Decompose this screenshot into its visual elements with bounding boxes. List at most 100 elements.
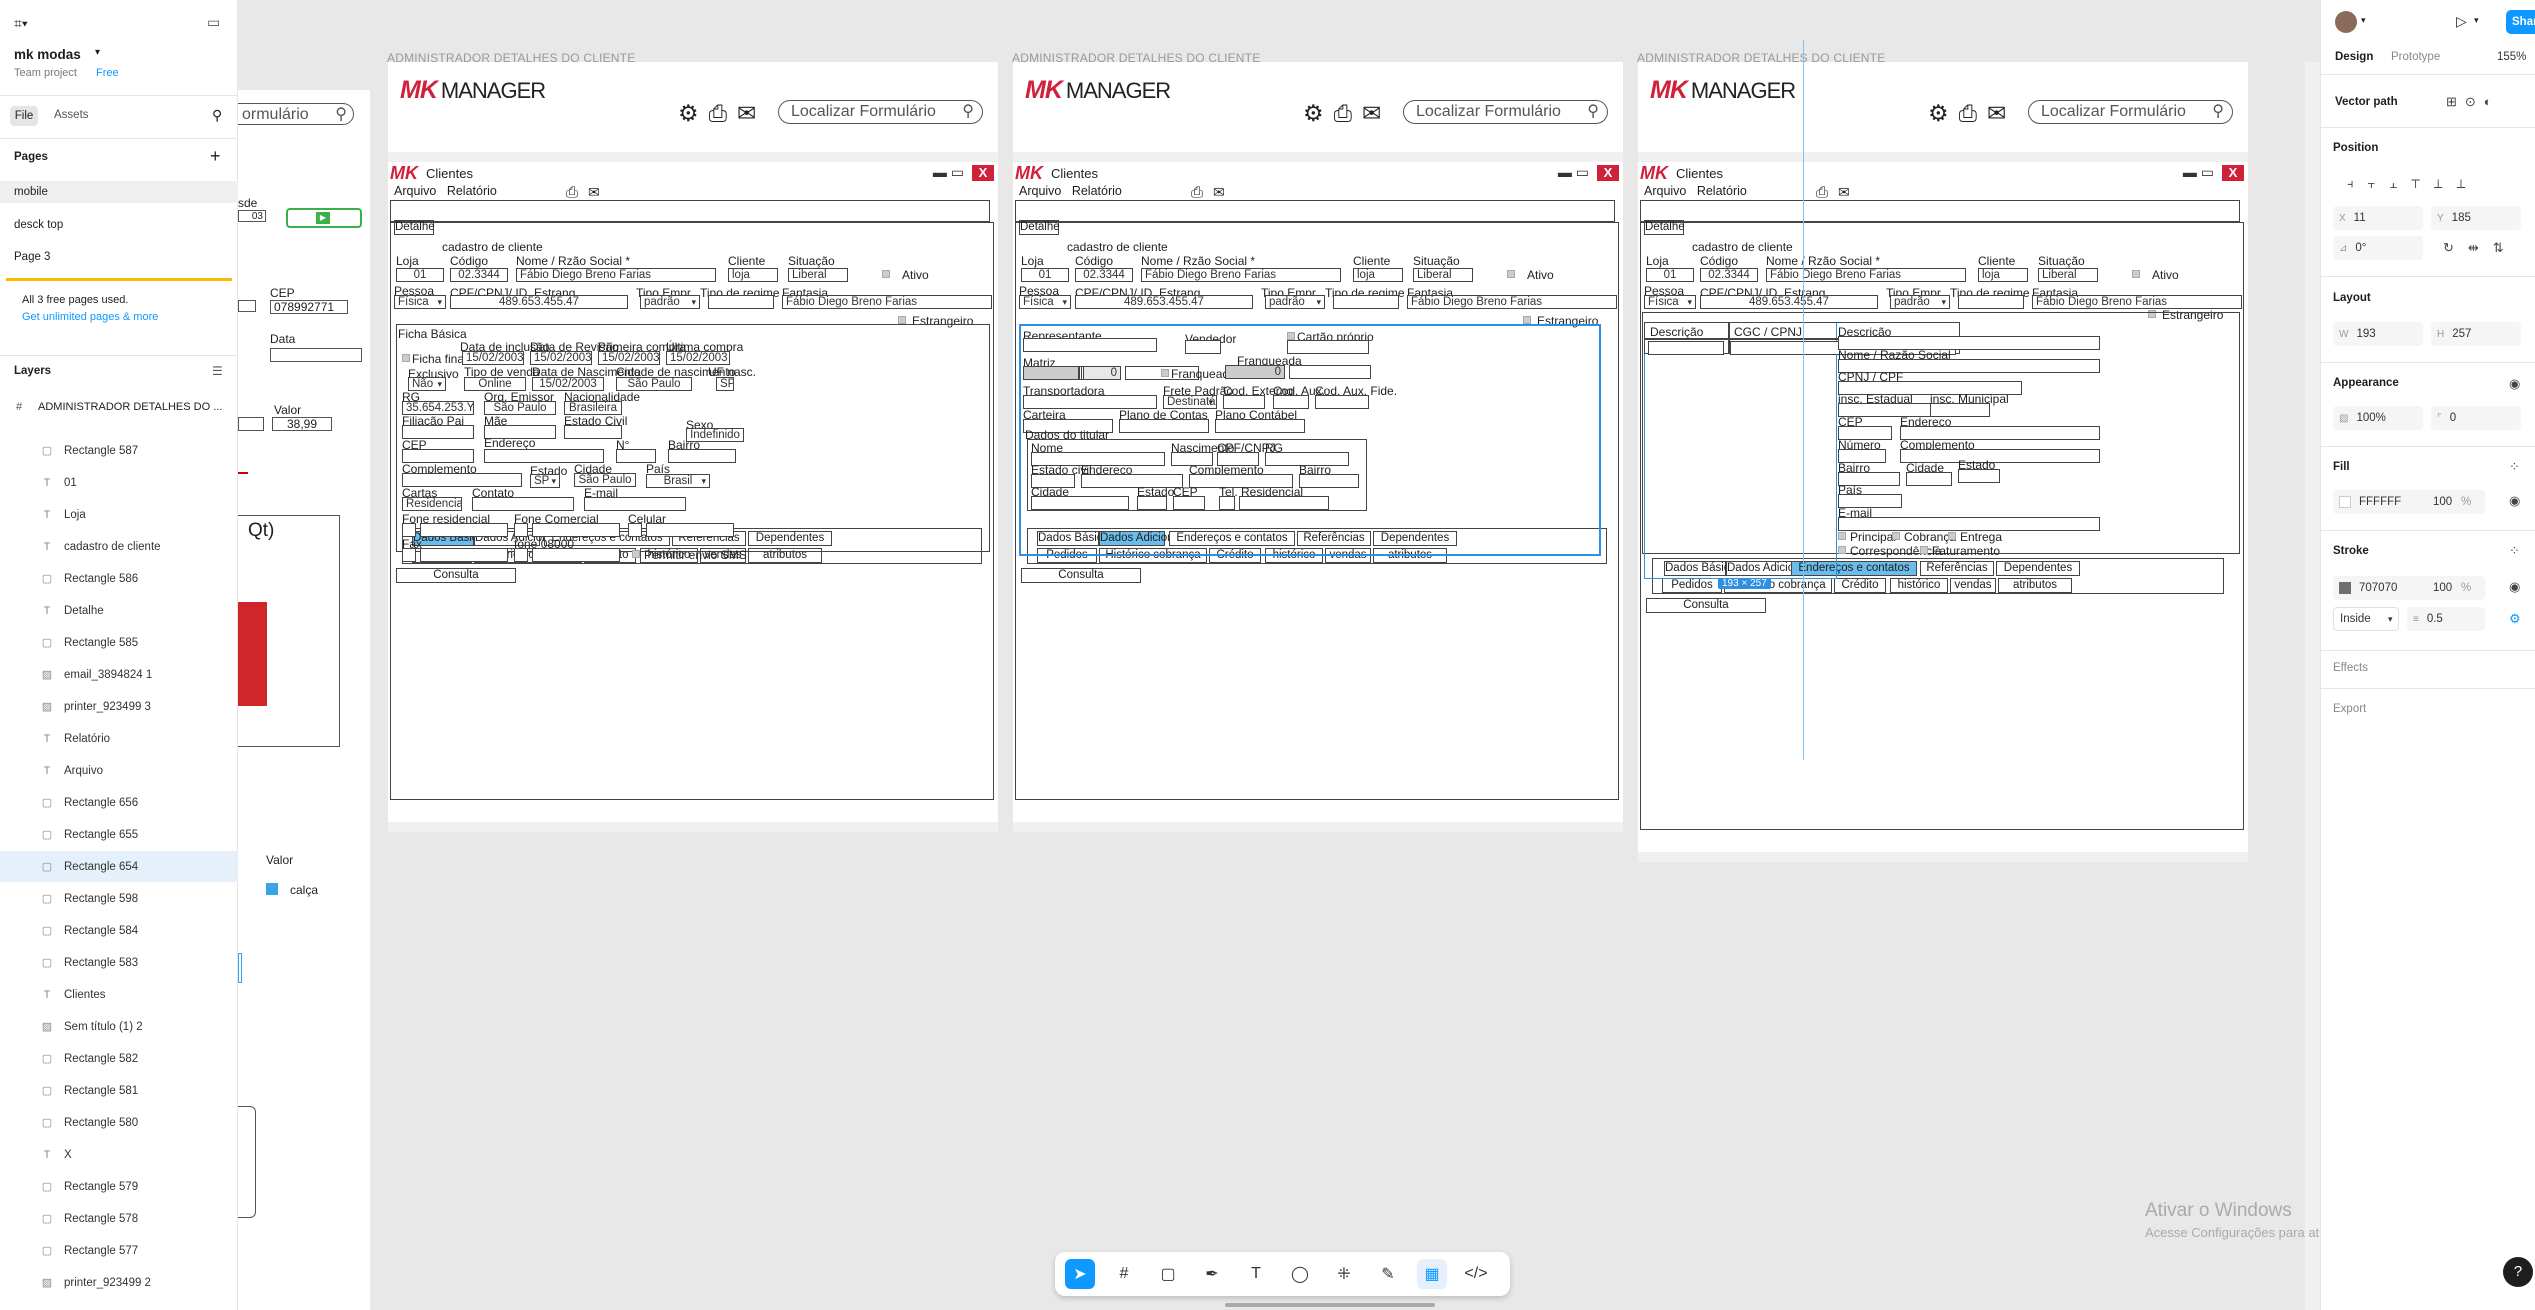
draw-mode-icon[interactable]: ✎ (1373, 1259, 1403, 1289)
maximize-icon[interactable]: ▭ (951, 164, 964, 180)
cliente-field[interactable]: loja (1978, 268, 2028, 282)
pen-tool-icon[interactable]: ✒ (1197, 1259, 1227, 1289)
estado-select[interactable]: SP (530, 474, 560, 488)
layer-item[interactable]: ▨ email_3894824 1 (0, 659, 238, 690)
pessoa-select[interactable]: Física (394, 295, 446, 309)
layer-item[interactable]: T Relatório (0, 723, 238, 754)
cidade-field[interactable]: São Paulo (574, 473, 636, 487)
tab-vendas[interactable]: vendas (1950, 578, 1996, 593)
transportadora-field[interactable] (1023, 395, 1157, 409)
ddd-field[interactable] (514, 523, 528, 537)
ultima-compra-field[interactable]: 15/02/2003 (666, 351, 730, 365)
partial-input[interactable]: 03 (238, 210, 266, 222)
search-input[interactable]: Localizar Formulário ⚲ (1403, 100, 1608, 124)
layers-list-icon[interactable]: ☰ (212, 364, 223, 378)
complemento-field[interactable] (402, 473, 522, 487)
correspondencia-checkbox[interactable] (1838, 546, 1846, 554)
sms-checkbox[interactable] (632, 550, 640, 558)
consulta-button[interactable]: Consulta (1021, 568, 1141, 583)
faturamento-checkbox[interactable] (1920, 546, 1928, 554)
ficha-financ-checkbox[interactable] (402, 354, 410, 362)
plano-contabil-field[interactable] (1215, 419, 1305, 433)
minimize-icon[interactable]: ▬ (2183, 164, 2197, 180)
nome-field[interactable]: Fábio Diego Breno Farias (516, 268, 716, 282)
fone-comercial-field[interactable] (532, 523, 620, 537)
codigo-field[interactable]: 02.3344 (1700, 268, 1758, 282)
email-icon[interactable]: ✉ (1838, 184, 1850, 201)
data-field[interactable] (270, 348, 362, 362)
consulta-button[interactable]: Consulta (1646, 598, 1766, 613)
estado-field[interactable] (1958, 469, 2000, 483)
tab-prototype[interactable]: Prototype (2391, 51, 2440, 63)
layer-item[interactable]: ▢ Rectangle 656 (0, 787, 238, 818)
tab-atributos[interactable]: atributos (1998, 578, 2072, 593)
fantasia-field[interactable]: Fábio Diego Breno Farias (782, 295, 992, 309)
fax-field[interactable] (420, 548, 508, 562)
cartao-proprio-field[interactable] (1287, 340, 1369, 354)
layer-item[interactable]: ▢ Rectangle 581 (0, 1075, 238, 1106)
layer-item[interactable]: ▢ Rectangle 586 (0, 563, 238, 594)
layer-item[interactable]: ▢ Rectangle 655 (0, 819, 238, 850)
layer-frame[interactable]: ADMINISTRADOR DETALHES DO ... (38, 401, 222, 413)
cidade-nascimento-field[interactable]: São Paulo (616, 377, 692, 391)
search-input[interactable]: Localizar Formulário ⚲ (2028, 100, 2233, 124)
main-menu-icon[interactable]: ⌗▾ (14, 15, 28, 32)
styles-icon[interactable]: ⁘ (2509, 459, 2520, 475)
cliente-field[interactable]: loja (728, 268, 778, 282)
consulta-button[interactable]: Consulta (396, 568, 516, 583)
frete-select[interactable]: Destinatário (1163, 395, 1217, 409)
design-mode-icon[interactable]: ▦ (1417, 1259, 1447, 1289)
contato-field[interactable] (472, 497, 574, 511)
tab-file[interactable]: File (10, 106, 38, 126)
cpf-field[interactable]: 489.653.455.47 (450, 295, 628, 309)
comment-tool-icon[interactable]: ◯ (1285, 1259, 1315, 1289)
layer-item[interactable]: ▨ Sem título (1) 2 (0, 1011, 238, 1042)
nacionalidade-field[interactable]: Brasileira (564, 401, 622, 415)
entrega-checkbox[interactable] (1948, 532, 1956, 540)
valor-field[interactable]: 38,99 (272, 417, 332, 431)
cpf-field[interactable]: 489.653.455.47 (1700, 295, 1878, 309)
ativo-checkbox[interactable] (2132, 270, 2140, 278)
printer-icon[interactable]: ⎙ (1191, 184, 1203, 201)
layer-item[interactable]: T Detalhe (0, 595, 238, 626)
titular-cep-field[interactable] (1173, 496, 1205, 510)
tab-referencias[interactable]: Referências (1920, 561, 1994, 576)
eye-icon[interactable]: ◉ (2509, 579, 2520, 595)
data-inclusao-field[interactable]: 15/02/2003 (462, 351, 524, 365)
close-button[interactable]: X (1597, 165, 1619, 181)
descricao-cell[interactable] (1648, 341, 1724, 355)
titular-estado-field[interactable] (1137, 496, 1167, 510)
sidebar-toggle-icon[interactable]: ▭ (207, 14, 220, 31)
tab-assets[interactable]: Assets (54, 109, 89, 121)
situacao-field[interactable]: Liberal (1413, 268, 1473, 282)
layer-item[interactable]: T 01 (0, 467, 238, 498)
selected-vector-path[interactable] (1644, 322, 1837, 579)
stroke-settings-icon[interactable]: ⚙ (2509, 611, 2521, 627)
play-button[interactable]: ▶ (286, 208, 362, 228)
layer-item[interactable]: ▨ printer_923499 2 (0, 1267, 238, 1298)
height-field[interactable]: H 257 (2431, 322, 2521, 346)
menu-relatorio[interactable]: Relatório (447, 184, 497, 198)
effects-title[interactable]: Effects (2333, 662, 2368, 674)
layer-item[interactable]: TX (0, 1139, 238, 1170)
help-button[interactable]: ? (2503, 1257, 2533, 1287)
partial-input[interactable] (238, 417, 264, 431)
estrangeiro-checkbox[interactable] (898, 316, 906, 324)
fill-field[interactable]: FFFFFF 100% (2333, 490, 2485, 514)
tipo-regime-field[interactable] (708, 295, 774, 309)
cidade-field[interactable] (1906, 472, 1952, 486)
tipo-empr-select[interactable]: padrão (1265, 295, 1325, 309)
ativo-checkbox[interactable] (1507, 270, 1515, 278)
maximize-icon[interactable]: ▭ (2201, 164, 2214, 180)
ddd-field[interactable] (402, 548, 416, 562)
filiacao-field[interactable] (402, 425, 474, 439)
data-revisao-field[interactable]: 15/02/2003 (530, 351, 592, 365)
tab-detalhe[interactable]: Detalhe (394, 220, 435, 235)
titular-bairro-field[interactable] (1299, 474, 1359, 488)
tab-detalhe[interactable]: Detalhe (1019, 220, 1060, 235)
menu-relatorio[interactable]: Relatório (1697, 184, 1747, 198)
menu-arquivo[interactable]: Arquivo (1644, 184, 1686, 198)
page-item-page-3[interactable]: Page 3 (14, 251, 50, 263)
align-icons[interactable]: ⫞⫟⫠⊤⊥⊥ (2347, 176, 2479, 192)
printer-icon[interactable]: ⎙ (1816, 184, 1828, 201)
